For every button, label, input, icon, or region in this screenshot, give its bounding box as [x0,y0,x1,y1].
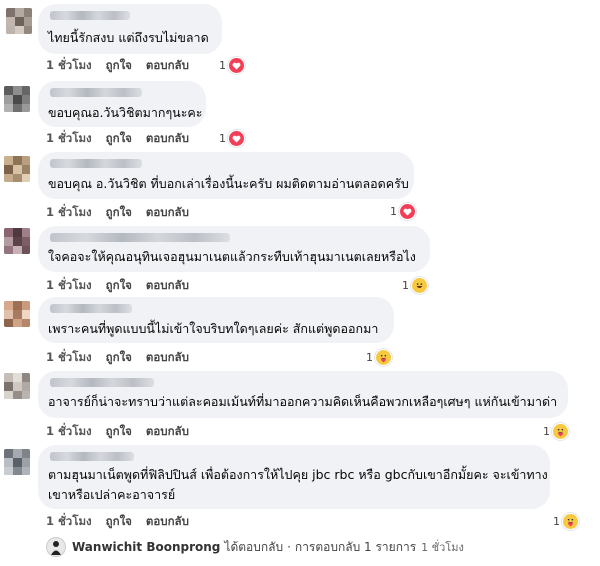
comment-actions: 1 ชั่วโมง ถูกใจ ตอบกลับ [46,349,203,367]
reply-count[interactable]: การตอบกลับ 1 รายการ [295,538,416,557]
author-name[interactable] [50,452,134,461]
comment-text: ขอบคุณ อ.วันวิชิต ที่บอกเล่าเรื่องนี้นะค… [48,176,409,191]
care-icon [562,513,579,530]
reaction-summary[interactable]: 1 [543,423,569,440]
reply-button[interactable]: ตอบกลับ [146,350,189,364]
avatar[interactable] [4,373,30,399]
reply-button[interactable]: ตอบกลับ [146,205,189,219]
reply-summary[interactable]: Wanwichit Boonprong ได้ตอบกลับ · การตอบก… [46,537,464,557]
avatar[interactable] [4,228,30,254]
author-name[interactable] [50,304,132,313]
reply-time: 1 ชั่วโมง [421,541,464,554]
separator: · [287,540,291,554]
like-button[interactable]: ถูกใจ [106,424,132,438]
comment-time[interactable]: 1 ชั่วโมง [46,278,92,292]
reply-button[interactable]: ตอบกลับ [146,278,189,292]
reaction-count: 1 [219,132,226,145]
reaction-summary[interactable]: 1 [219,130,245,147]
comment-text: เพราะคนที่พูดแบบนี้ไม่เข้าใจบริบทใดๆเลยค… [48,321,379,336]
reaction-count: 1 [402,279,409,292]
comment-text: ใจคอจะให้คุณอนุทินเจอฮุนมาเนตแล้วกระทืบเ… [48,249,416,264]
avatar[interactable] [4,301,30,327]
reaction-count: 1 [543,425,550,438]
comment-text: อาจารย์ก็น่าจะทราบว่าแต่ละคอมเม้นท์ที่มา… [48,394,558,409]
comment-text: ตามฮุนมาเน็ตพูดที่ฟิลิปปินส์ เพื่อต้องกา… [48,467,548,482]
avatar [46,537,66,557]
comment-bubble: เพราะคนที่พูดแบบนี้ไม่เข้าใจบริบทใดๆเลยค… [38,297,394,343]
care-icon [375,349,392,366]
reply-button[interactable]: ตอบกลับ [146,424,189,438]
reaction-count: 1 [390,205,397,218]
comment-text: ไทยนี้รักสงบ แต่ถึงรบไม่ขลาด [48,30,209,45]
reply-button[interactable]: ตอบกลับ [146,131,189,145]
comment-time[interactable]: 1 ชั่วโมง [46,58,92,72]
comment-time[interactable]: 1 ชั่วโมง [46,205,92,219]
heart-icon [399,203,416,220]
avatar[interactable] [4,449,30,475]
haha-icon [411,277,428,294]
avatar[interactable] [6,8,32,34]
reaction-summary[interactable]: 1 [219,57,245,74]
author-name[interactable] [50,88,142,97]
comment-time[interactable]: 1 ชั่วโมง [46,424,92,438]
reaction-count: 1 [553,515,560,528]
comment-bubble: ใจคอจะให้คุณอนุทินเจอฮุนมาเนตแล้วกระทืบเ… [38,226,430,272]
comment-actions: 1 ชั่วโมง ถูกใจ ตอบกลับ [46,57,203,75]
like-button[interactable]: ถูกใจ [106,514,132,528]
comment-bubble: ไทยนี้รักสงบ แต่ถึงรบไม่ขลาด [38,4,222,54]
comment-bubble: อาจารย์ก็น่าจะทราบว่าแต่ละคอมเม้นท์ที่มา… [38,371,568,418]
author-name[interactable] [50,378,154,387]
heart-icon [228,130,245,147]
like-button[interactable]: ถูกใจ [106,278,132,292]
avatar[interactable] [4,156,30,182]
comment-time[interactable]: 1 ชั่วโมง [46,131,92,145]
comment-text: เขาหรือเปล่าคะอาจารย์ [48,487,176,502]
comment-actions: 1 ชั่วโมง ถูกใจ ตอบกลับ [46,130,203,148]
reaction-summary[interactable]: 1 [402,277,428,294]
comment-actions: 1 ชั่วโมง ถูกใจ ตอบกลับ [46,277,203,295]
reply-button[interactable]: ตอบกลับ [146,514,189,528]
reply-author[interactable]: Wanwichit Boonprong [72,540,220,554]
comment-actions: 1 ชั่วโมง ถูกใจ ตอบกลับ [46,423,203,441]
like-button[interactable]: ถูกใจ [106,58,132,72]
reply-action: ได้ตอบกลับ [224,539,284,554]
author-name[interactable] [50,233,230,242]
comment-bubble: ขอบคุณอ.วันวิชิตมากๆนะคะ [38,81,206,127]
comment-actions: 1 ชั่วโมง ถูกใจ ตอบกลับ [46,204,203,222]
author-name[interactable] [50,159,142,168]
reaction-summary[interactable]: 1 [553,513,579,530]
reaction-summary[interactable]: 1 [390,203,416,220]
comment-time[interactable]: 1 ชั่วโมง [46,514,92,528]
avatar[interactable] [4,86,30,112]
comment-bubble: ขอบคุณ อ.วันวิชิต ที่บอกเล่าเรื่องนี้นะค… [38,152,414,199]
reaction-count: 1 [219,59,226,72]
comment-bubble: ตามฮุนมาเน็ตพูดที่ฟิลิปปินส์ เพื่อต้องกา… [38,445,550,509]
reaction-summary[interactable]: 1 [366,349,392,366]
author-name[interactable] [50,11,130,20]
like-button[interactable]: ถูกใจ [106,131,132,145]
heart-icon [228,57,245,74]
reply-button[interactable]: ตอบกลับ [146,58,189,72]
reaction-count: 1 [366,351,373,364]
comment-text: ขอบคุณอ.วันวิชิตมากๆนะคะ [48,105,203,120]
comment-actions: 1 ชั่วโมง ถูกใจ ตอบกลับ [46,513,203,531]
care-icon [552,423,569,440]
like-button[interactable]: ถูกใจ [106,205,132,219]
like-button[interactable]: ถูกใจ [106,350,132,364]
comment-time[interactable]: 1 ชั่วโมง [46,350,92,364]
